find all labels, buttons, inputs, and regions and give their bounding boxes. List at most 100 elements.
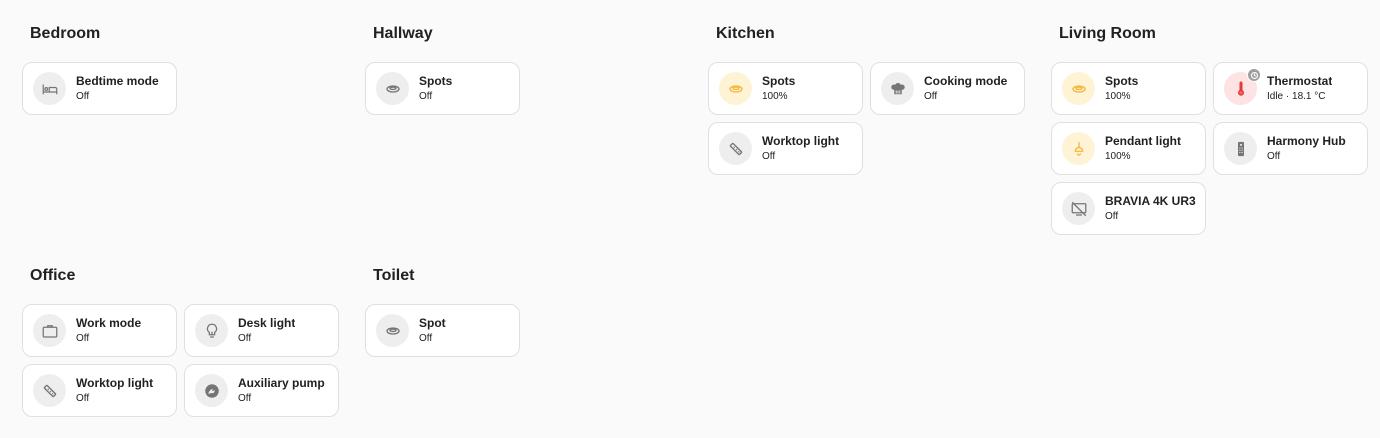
lightbulb-icon [203, 322, 221, 340]
entity-tile[interactable]: Cooking mode Off [870, 62, 1025, 115]
tile-info: Thermostat Idle · 18.1 °C [1267, 74, 1332, 103]
entity-tile[interactable]: Bedtime mode Off [22, 62, 177, 115]
chef-hat-icon [889, 80, 907, 98]
tile-icon-button[interactable] [33, 314, 66, 347]
tile-icon-button[interactable] [33, 374, 66, 407]
tile-info: Worktop light Off [76, 376, 153, 405]
tile-icon-button[interactable] [1062, 192, 1095, 225]
tile-name: Desk light [238, 316, 296, 330]
entity-tile[interactable]: Harmony Hub Off [1213, 122, 1368, 175]
tile-info: Auxiliary pump Off [238, 376, 325, 405]
ceiling-light-icon [727, 80, 745, 98]
tile-info: Worktop light Off [762, 134, 839, 163]
tile-state: 100% [1105, 151, 1131, 162]
entity-tile[interactable]: Spots 100% [708, 62, 863, 115]
entity-tile[interactable]: Spot Off [365, 304, 520, 357]
entity-tile[interactable]: Spots Off [365, 62, 520, 115]
tile-state: 100% [1105, 91, 1131, 102]
tile-name: Work mode [76, 316, 142, 330]
tile-name: Harmony Hub [1267, 134, 1346, 148]
tile-icon-button[interactable] [1224, 132, 1257, 165]
tile-name: Bedtime mode [76, 74, 159, 88]
tile-icon-button[interactable] [195, 314, 228, 347]
tile-grid: Bedtime mode Off [22, 62, 339, 115]
ceiling-light-icon [384, 322, 402, 340]
area-title: Toilet [373, 267, 415, 284]
tile-name: Worktop light [762, 134, 840, 148]
tile-info: BRAVIA 4K UR3 Off [1105, 194, 1196, 223]
tile-info: Spots Off [419, 74, 452, 103]
area-title: Office [30, 267, 76, 284]
tile-state: Off [76, 393, 90, 404]
tile-state: Off [762, 151, 776, 162]
tile-name: Pendant light [1105, 134, 1181, 148]
tile-state: Off [76, 333, 90, 344]
tile-info: Desk light Off [238, 316, 295, 345]
tile-grid: Spot Off [365, 304, 682, 357]
entity-tile[interactable]: Spots 100% [1051, 62, 1206, 115]
entity-tile[interactable]: Desk light Off [184, 304, 339, 357]
tile-icon-button[interactable] [1062, 72, 1095, 105]
entity-tile[interactable]: Pendant light 100% [1051, 122, 1206, 175]
entity-tile[interactable]: BRAVIA 4K UR3 Off [1051, 182, 1206, 235]
tile-state: Off [238, 393, 252, 404]
tile-name: Cooking mode [924, 74, 1008, 88]
tile-icon-button[interactable] [719, 132, 752, 165]
tile-icon-button[interactable] [33, 72, 66, 105]
tile-state: Off [1105, 211, 1119, 222]
area-title: Bedroom [30, 25, 101, 42]
clock-badge-icon [1247, 68, 1261, 82]
tile-icon-button[interactable] [1224, 68, 1261, 105]
tile-info: Cooking mode Off [924, 74, 1007, 103]
tile-grid: Spots 100% Thermostat Idle · 18.1 °C Pendant… [1051, 62, 1368, 235]
entity-tile[interactable]: Thermostat Idle · 18.1 °C [1213, 62, 1368, 115]
pump-icon [203, 382, 221, 400]
tile-state: Off [238, 333, 252, 344]
tile-icon-button[interactable] [376, 72, 409, 105]
tile-info: Bedtime mode Off [76, 74, 159, 103]
tile-state: 100% [762, 91, 788, 102]
ceiling-light-icon [384, 80, 402, 98]
tile-icon-button[interactable] [195, 374, 228, 407]
tile-info: Spots 100% [762, 74, 795, 103]
tile-icon-button[interactable] [1062, 132, 1095, 165]
area-title: Kitchen [716, 25, 775, 42]
entity-tile[interactable]: Worktop light Off [22, 364, 177, 417]
tile-icon-button[interactable] [719, 72, 752, 105]
tile-name: Thermostat [1267, 74, 1333, 88]
light-strip-icon [727, 140, 745, 158]
briefcase-icon [41, 322, 59, 340]
tile-name: Worktop light [76, 376, 154, 390]
tile-info: Harmony Hub Off [1267, 134, 1346, 163]
tile-name: Spots [762, 74, 796, 88]
area-title: Hallway [373, 25, 433, 42]
tile-info: Pendant light 100% [1105, 134, 1181, 163]
tile-state: Off [76, 91, 90, 102]
tile-name: Spots [1105, 74, 1139, 88]
pendant-light-icon [1070, 140, 1088, 158]
tile-info: Work mode Off [76, 316, 141, 345]
tile-icon-button[interactable] [881, 72, 914, 105]
tile-grid: Work mode Off Desk light Off Worktop light Of… [22, 304, 339, 417]
entity-tile[interactable]: Work mode Off [22, 304, 177, 357]
entity-tile[interactable]: Auxiliary pump Off [184, 364, 339, 417]
tile-state: Idle · 18.1 °C [1267, 91, 1326, 102]
tile-info: Spot Off [419, 316, 446, 345]
tile-name: Spots [419, 74, 453, 88]
light-strip-icon [41, 382, 59, 400]
tv-off-icon [1070, 200, 1088, 218]
remote-icon [1232, 140, 1250, 158]
tile-state: Off [1267, 151, 1281, 162]
tile-state: Off [924, 91, 938, 102]
tile-name: BRAVIA 4K UR3 [1105, 194, 1196, 208]
bed-icon [41, 80, 59, 98]
tile-icon-button[interactable] [376, 314, 409, 347]
tile-name: Spot [419, 316, 446, 330]
tile-state: Off [419, 91, 433, 102]
tile-name: Auxiliary pump [238, 376, 325, 390]
tile-state: Off [419, 333, 433, 344]
tile-info: Spots 100% [1105, 74, 1138, 103]
thermometer-icon [1232, 80, 1250, 98]
entity-tile[interactable]: Worktop light Off [708, 122, 863, 175]
area-title: Living Room [1059, 25, 1156, 42]
